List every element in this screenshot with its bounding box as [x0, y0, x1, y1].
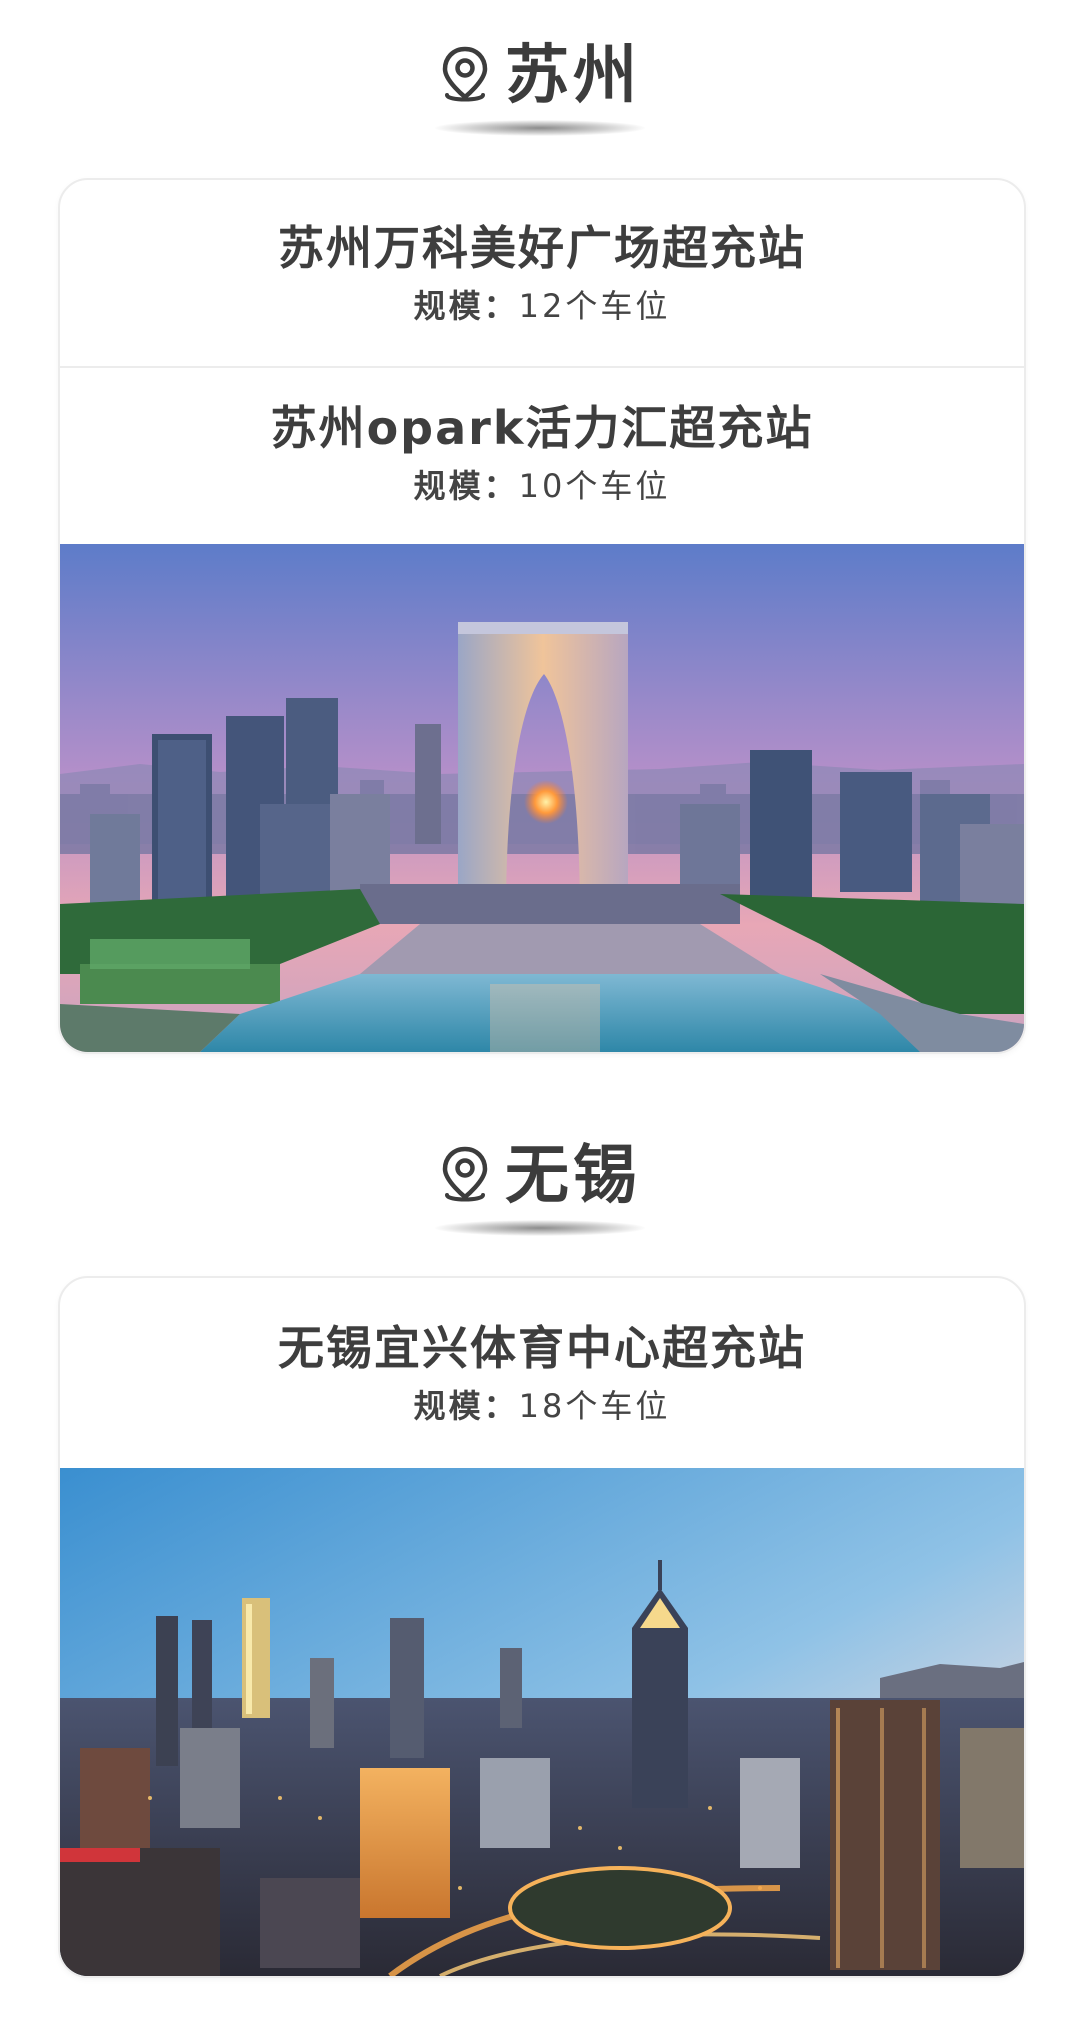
- scale-label: 规模：: [413, 287, 519, 325]
- scale-value: 12个车位: [518, 287, 671, 325]
- city-name: 无锡: [505, 1139, 641, 1213]
- location-pin-icon: [442, 46, 488, 102]
- station-item[interactable]: 苏州opark活力汇超充站 规模：10个车位: [60, 368, 1024, 544]
- scale-label: 规模：: [413, 1387, 519, 1425]
- station-item[interactable]: 苏州万科美好广场超充站 规模：12个车位: [60, 180, 1024, 368]
- wuxi-skyline-photo: [60, 1468, 1024, 1976]
- station-scale: 规模：10个车位: [60, 464, 1024, 508]
- suzhou-skyline-photo: [60, 544, 1024, 1052]
- city-heading-wuxi: 无锡: [0, 1136, 1080, 1236]
- scale-value: 18个车位: [518, 1387, 671, 1425]
- wuxi-night-skyline-photo: [60, 1468, 1024, 1976]
- city-name: 苏州: [505, 39, 641, 113]
- scale-value: 10个车位: [518, 467, 671, 505]
- heading-shadow: [435, 120, 645, 136]
- station-name: 苏州万科美好广场超充站: [278, 221, 806, 275]
- station-card-suzhou[interactable]: 苏州万科美好广场超充站 规模：12个车位 苏州opark活力汇超充站 规模：10…: [58, 178, 1026, 1054]
- suzhou-gate-of-orient-skyline-photo: [60, 544, 1024, 1052]
- scale-label: 规模：: [413, 467, 519, 505]
- heading-shadow: [435, 1220, 645, 1236]
- station-card-wuxi[interactable]: 无锡宜兴体育中心超充站 规模：18个车位: [58, 1276, 1026, 1978]
- station-scale: 规模：18个车位: [60, 1384, 1024, 1428]
- station-name: 无锡宜兴体育中心超充站: [278, 1321, 806, 1375]
- location-pin-icon: [442, 1146, 488, 1202]
- station-name: 苏州opark活力汇超充站: [270, 401, 814, 455]
- station-scale: 规模：12个车位: [60, 284, 1024, 328]
- station-item[interactable]: 无锡宜兴体育中心超充站 规模：18个车位: [60, 1278, 1024, 1468]
- city-heading-suzhou: 苏州: [0, 36, 1080, 136]
